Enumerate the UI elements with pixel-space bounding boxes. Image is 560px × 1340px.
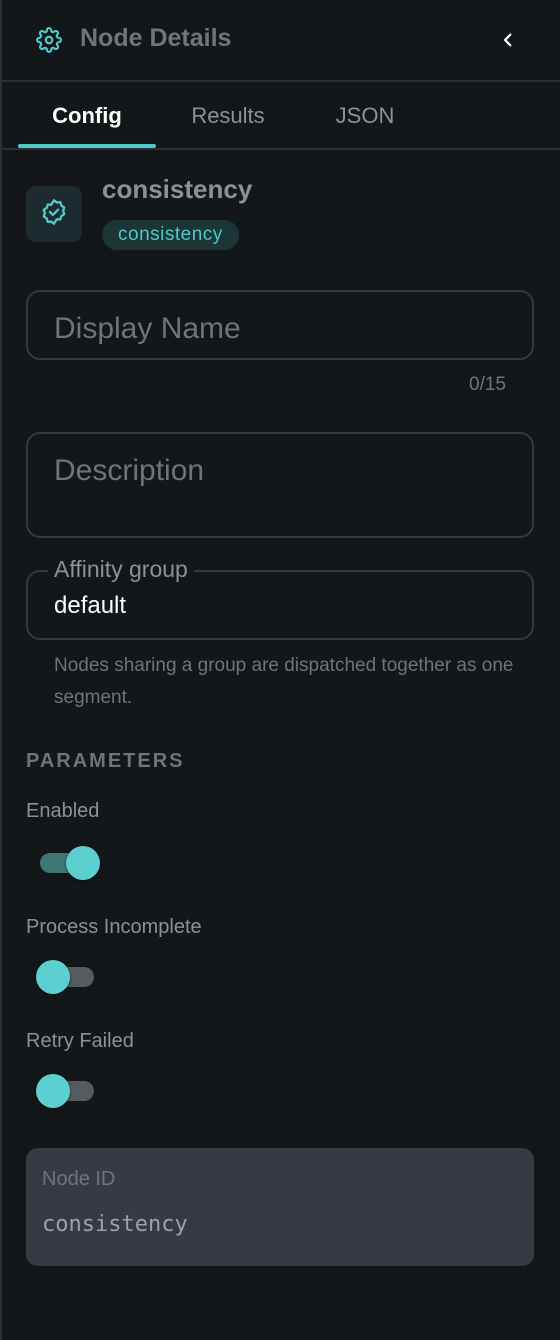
node-type-badge: consistency: [102, 220, 239, 250]
affinity-group-value: default: [54, 592, 127, 619]
description-placeholder: Description: [54, 454, 205, 487]
node-id-label: Node ID: [42, 1168, 116, 1190]
param-label-retry-failed: Retry Failed: [26, 1030, 134, 1052]
verified-badge-icon: [40, 198, 68, 231]
affinity-group-label: Affinity group: [48, 556, 194, 583]
node-details-panel: Node Details Config Results JSON consist…: [0, 0, 560, 1340]
display-name-placeholder: Display Name: [54, 312, 241, 345]
display-name-field[interactable]: Display Name: [26, 290, 534, 360]
toggle-thumb: [66, 846, 100, 880]
process-incomplete-toggle[interactable]: [36, 956, 100, 996]
tab-config[interactable]: Config: [18, 84, 156, 148]
character-counter: 0/15: [469, 374, 506, 395]
toggle-thumb: [36, 1074, 70, 1108]
parameters-section-title: PARAMETERS: [26, 750, 185, 772]
affinity-group-field[interactable]: Affinity group default: [26, 556, 534, 640]
node-id-value: consistency: [42, 1212, 188, 1237]
enabled-toggle[interactable]: [36, 842, 100, 882]
node-icon-container: [26, 186, 82, 242]
param-label-process-incomplete: Process Incomplete: [26, 916, 202, 938]
tab-results[interactable]: Results: [166, 84, 290, 148]
node-name: consistency: [102, 174, 253, 204]
panel-title: Node Details: [80, 24, 232, 52]
description-field[interactable]: Description: [26, 432, 534, 538]
toggle-thumb: [36, 960, 70, 994]
tab-json[interactable]: JSON: [308, 84, 422, 148]
tab-bar: Config Results JSON: [2, 84, 560, 150]
gear-icon: [36, 27, 62, 53]
panel-header: Node Details: [2, 0, 560, 82]
affinity-group-helper-text: Nodes sharing a group are dispatched tog…: [54, 655, 514, 708]
node-id-box: Node ID consistency: [26, 1148, 534, 1266]
chevron-left-icon[interactable]: [494, 26, 522, 54]
active-tab-indicator: [18, 144, 156, 148]
param-label-enabled: Enabled: [26, 800, 100, 822]
retry-failed-toggle[interactable]: [36, 1070, 100, 1110]
